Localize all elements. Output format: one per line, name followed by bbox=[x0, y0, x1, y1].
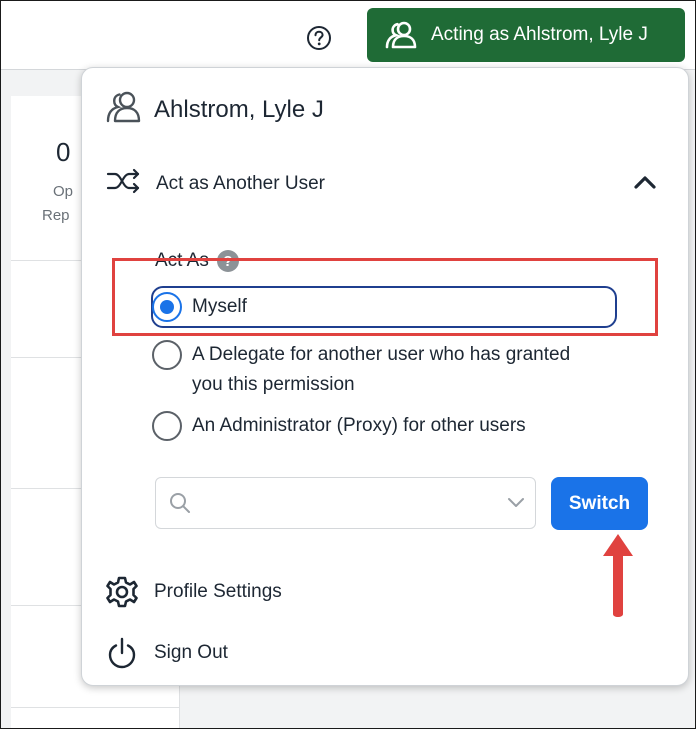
search-icon bbox=[168, 491, 192, 515]
users-icon bbox=[385, 20, 417, 50]
radio-label-line: you this permission bbox=[192, 374, 355, 395]
radio-option-delegate[interactable]: A Delegate for another user who has gran… bbox=[152, 340, 570, 400]
chevron-down-icon[interactable] bbox=[507, 496, 525, 510]
power-icon bbox=[106, 637, 138, 669]
radio-label-line: A Delegate for another user who has gran… bbox=[192, 344, 571, 365]
sign-out-link[interactable]: Sign Out bbox=[106, 637, 228, 669]
top-bar: Acting as Ahlstrom, Lyle J bbox=[1, 1, 695, 70]
acting-as-button[interactable]: Acting as Ahlstrom, Lyle J bbox=[367, 8, 685, 62]
search-input[interactable] bbox=[202, 488, 476, 520]
radio-label: An Administrator (Proxy) for other users bbox=[192, 415, 526, 436]
radio-button[interactable] bbox=[152, 411, 182, 441]
profile-settings-label: Profile Settings bbox=[154, 581, 282, 602]
user-search-combobox[interactable] bbox=[155, 477, 536, 529]
profile-menu-popover: Ahlstrom, Lyle J Act as Another User Act… bbox=[81, 67, 689, 686]
radio-button[interactable] bbox=[152, 340, 182, 370]
profile-settings-link[interactable]: Profile Settings bbox=[106, 576, 282, 608]
act-as-another-user-label: Act as Another User bbox=[156, 172, 325, 194]
stat-label: Rep bbox=[42, 207, 70, 224]
current-user: Ahlstrom, Lyle J bbox=[106, 90, 324, 129]
shuffle-icon bbox=[106, 166, 142, 201]
users-icon bbox=[106, 90, 142, 129]
sign-out-label: Sign Out bbox=[154, 642, 228, 663]
acting-as-label: Acting as Ahlstrom, Lyle J bbox=[431, 24, 648, 45]
gear-icon bbox=[106, 576, 138, 608]
act-as-another-user-toggle[interactable]: Act as Another User bbox=[106, 166, 325, 201]
stat-label: Op bbox=[53, 183, 74, 200]
radio-option-administrator[interactable]: An Administrator (Proxy) for other users bbox=[152, 411, 526, 441]
annotation-arrow bbox=[599, 530, 637, 622]
chevron-up-icon[interactable] bbox=[633, 172, 657, 190]
stat-value: 0 bbox=[56, 137, 71, 167]
help-icon[interactable] bbox=[306, 25, 332, 51]
radio-label: A Delegate for another user who has gran… bbox=[192, 340, 570, 400]
app-window: Acting as Ahlstrom, Lyle J 0 Op Rep Ahls… bbox=[0, 0, 696, 729]
annotation-highlight-box bbox=[112, 258, 658, 336]
user-name: Ahlstrom, Lyle J bbox=[154, 95, 324, 123]
card-divider bbox=[11, 707, 179, 708]
switch-button[interactable]: Switch bbox=[551, 477, 648, 530]
